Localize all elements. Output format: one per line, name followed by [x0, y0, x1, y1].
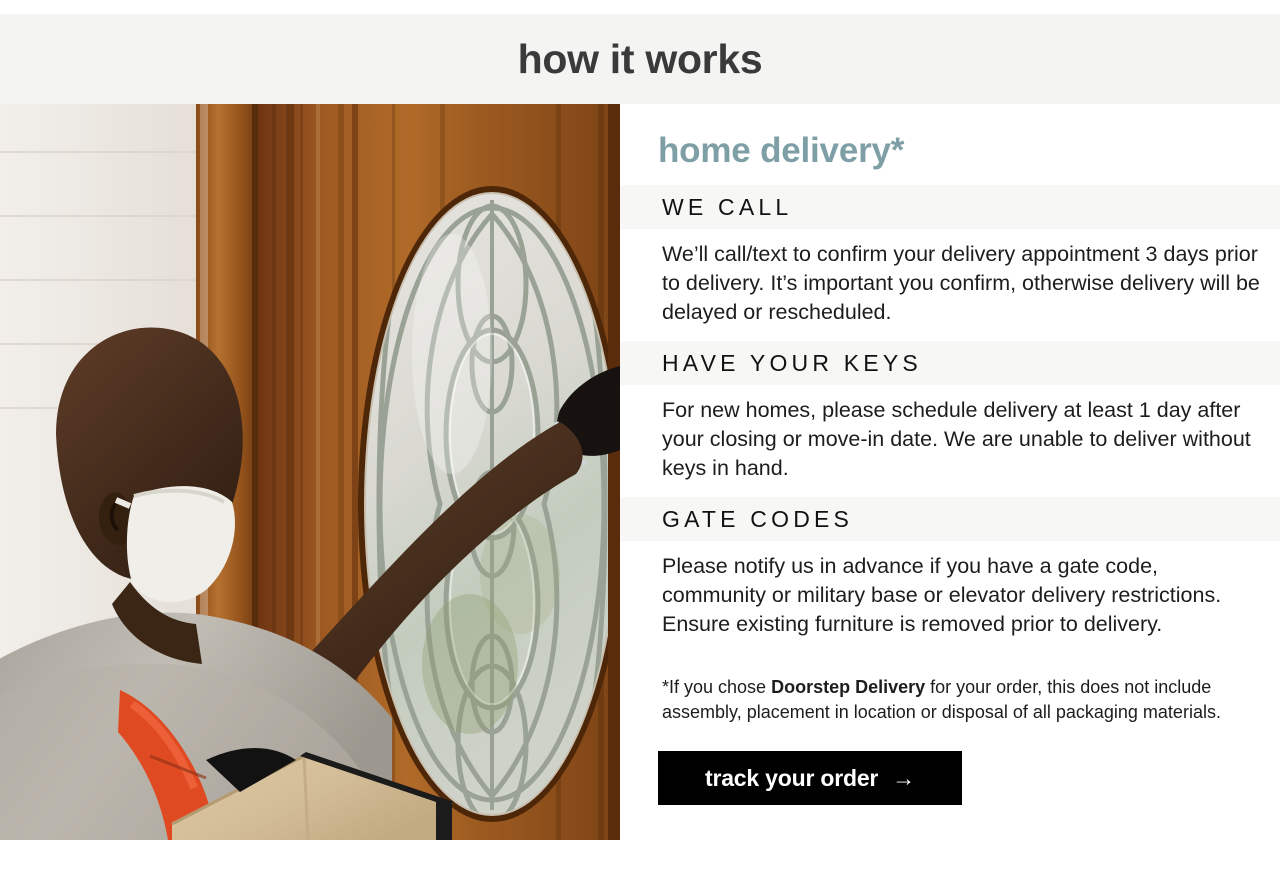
section-paragraph: For new homes, please schedule delivery …: [662, 398, 1251, 480]
delivery-photo-illustration: [0, 104, 620, 840]
delivery-info-panel: home delivery* WE CALL We’ll call/text t…: [620, 104, 1280, 888]
section-header-have-your-keys: HAVE YOUR KEYS: [620, 341, 1280, 385]
how-it-works-page: how it works home delivery* WE CALL We’l…: [0, 0, 1280, 888]
track-your-order-button[interactable]: track your order →: [658, 751, 962, 805]
page-title: how it works: [517, 35, 763, 82]
top-white-strip: [0, 0, 1280, 14]
section-body-we-call: We’ll call/text to confirm your delivery…: [620, 229, 1260, 327]
doorstep-delivery-footnote: *If you chose Doorstep Delivery for your…: [620, 639, 1260, 725]
footnote-bold-term: Doorstep Delivery: [771, 677, 926, 697]
cta-container: track your order →: [620, 725, 1280, 805]
section-label: WE CALL: [662, 193, 793, 220]
section-body-have-your-keys: For new homes, please schedule delivery …: [620, 385, 1260, 483]
section-label: HAVE YOUR KEYS: [662, 349, 922, 376]
page-header: how it works: [0, 14, 1280, 104]
delivery-heading: home delivery*: [658, 131, 905, 170]
cta-label: track your order: [704, 764, 879, 791]
section-header-gate-codes: GATE CODES: [620, 497, 1280, 541]
section-header-we-call: WE CALL: [620, 185, 1280, 229]
footnote-lead: *If you chose: [662, 677, 772, 697]
section-paragraph: Please notify us in advance if you have …: [662, 554, 1222, 636]
section-body-gate-codes: Please notify us in advance if you have …: [620, 541, 1260, 639]
section-paragraph: We’ll call/text to confirm your delivery…: [662, 242, 1260, 324]
section-label: GATE CODES: [662, 505, 854, 532]
delivery-photo: [0, 104, 620, 840]
arrow-right-icon: →: [892, 764, 915, 791]
